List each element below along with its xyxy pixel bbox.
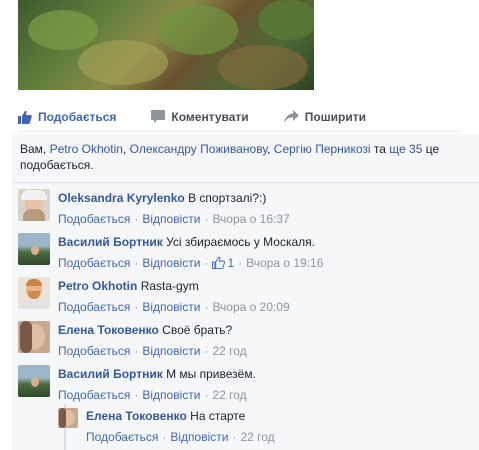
comment-text: Усі збираємось у Москаля. [166, 235, 315, 249]
share-button[interactable]: Поширити [283, 109, 366, 124]
liker-link-3[interactable]: Сергію Перникозі [274, 142, 371, 156]
comment-reply-link[interactable]: Відповісти [142, 344, 200, 358]
avatar[interactable] [18, 277, 50, 309]
likes-sep: , [267, 142, 274, 156]
meta-separator: · [134, 212, 139, 226]
comment-like-link[interactable]: Подобається [86, 430, 158, 444]
comment-timestamp[interactable]: Вчора о 20:09 [212, 300, 289, 314]
meta-separator: · [204, 256, 209, 270]
meta-separator: · [204, 388, 209, 402]
liker-link-1[interactable]: Petro Okhotin [50, 142, 123, 156]
comment-reply-link[interactable]: Відповісти [142, 212, 200, 226]
comment-timestamp[interactable]: 22 год [212, 388, 246, 402]
thumbs-up-icon [18, 110, 32, 124]
like-button-label: Подобається [38, 109, 117, 124]
comment-button-label: Коментувати [171, 109, 249, 124]
avatar[interactable] [18, 365, 50, 397]
comment-text: Своё брать? [162, 323, 233, 337]
others-likers-link[interactable]: ще 35 [389, 142, 422, 156]
comment-text: На старте [190, 409, 246, 423]
comment: Petro Okhotin Rasta-gym Подобається · Відп… [18, 277, 290, 315]
comment-timestamp[interactable]: 22 год [240, 430, 274, 444]
meta-separator: · [134, 300, 139, 314]
meta-separator: · [134, 344, 139, 358]
comment-like-link[interactable]: Подобається [58, 256, 130, 270]
likes-sep: , [122, 142, 130, 156]
comment: Василий Бортник М мы привезём. Подобаєть… [18, 365, 256, 403]
comment-timestamp[interactable]: Вчора о 19:16 [246, 256, 323, 270]
comment-author[interactable]: Елена Токовенко [58, 323, 159, 337]
speech-bubble-icon [151, 110, 166, 123]
comment-like-link[interactable]: Подобається [58, 212, 130, 226]
comment-text: М мы привезём. [166, 367, 256, 381]
meta-separator: · [134, 256, 139, 270]
meta-separator: · [162, 430, 167, 444]
comment-reply-link[interactable]: Відповісти [142, 256, 200, 270]
meta-separator: · [204, 344, 209, 358]
reaction-count: 1 [227, 256, 235, 270]
liker-link-2[interactable]: Олександру Поживанову [130, 142, 267, 156]
likes-summary: Вам, Petro Okhotin, Олександру Поживанов… [20, 141, 460, 173]
comment-author[interactable]: Oleksandra Kyrylenko [58, 191, 185, 205]
comment-like-link[interactable]: Подобається [58, 344, 130, 358]
share-arrow-icon [283, 110, 299, 123]
likes-prefix: Вам, [20, 142, 50, 156]
reply-comment: Елена Токовенко На старте Подобається · Ві… [58, 408, 275, 445]
post-action-bar: Подобається Коментувати Поширити [18, 102, 459, 132]
comment-text: В спортзалі?:) [188, 191, 267, 205]
avatar[interactable] [18, 321, 50, 353]
avatar[interactable] [18, 233, 50, 265]
meta-separator: · [204, 300, 209, 314]
comment-author[interactable]: Елена Токовенко [86, 409, 187, 423]
comment-reactions[interactable]: 1 [212, 256, 234, 270]
post-photo[interactable] [18, 0, 314, 90]
meta-separator: · [134, 388, 139, 402]
comment-timestamp[interactable]: Вчора о 16:37 [212, 212, 289, 226]
avatar[interactable] [18, 189, 50, 221]
divider [12, 182, 479, 183]
meta-separator: · [232, 430, 237, 444]
comment: Василий Бортник Усі збираємось у Москаля… [18, 233, 323, 271]
comment-reply-link[interactable]: Відповісти [142, 300, 200, 314]
comment-reply-link[interactable]: Відповісти [170, 430, 228, 444]
comment: Oleksandra Kyrylenko В спортзалі?:) Подо… [18, 189, 290, 227]
like-button[interactable]: Подобається [18, 110, 116, 124]
share-button-label: Поширити [304, 109, 366, 124]
meta-separator: · [238, 256, 243, 270]
meta-separator: · [204, 212, 209, 226]
comment-author[interactable]: Petro Okhotin [58, 279, 137, 293]
comments-section: Вам, Petro Okhotin, Олександру Поживанов… [12, 134, 479, 450]
comment-like-link[interactable]: Подобається [58, 300, 130, 314]
comment: Елена Токовенко Своё брать? Подобається ·… [18, 321, 247, 359]
comment-author[interactable]: Василий Бортник [58, 367, 163, 381]
thumbs-up-icon [212, 256, 226, 269]
comment-text: Rasta-gym [140, 279, 199, 293]
comment-button[interactable]: Коментувати [151, 109, 249, 124]
comment-author[interactable]: Василий Бортник [58, 235, 163, 249]
likes-mid: та [370, 142, 390, 156]
comment-like-link[interactable]: Подобається [58, 388, 130, 402]
avatar[interactable] [58, 408, 78, 428]
comment-reply-link[interactable]: Відповісти [142, 388, 200, 402]
comment-timestamp[interactable]: 22 год [212, 344, 246, 358]
